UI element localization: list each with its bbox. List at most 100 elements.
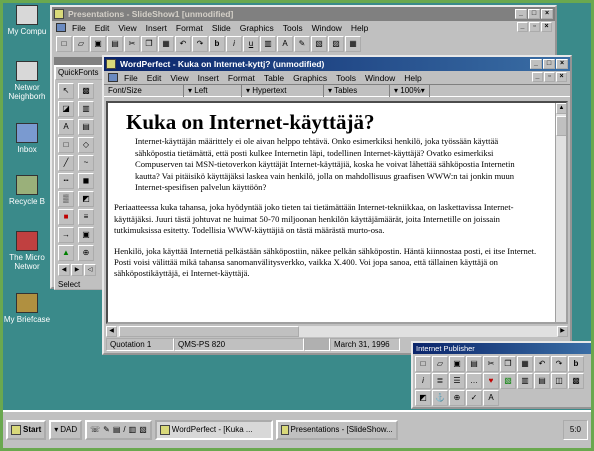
wordperfect-window[interactable]: WordPerfect - Kuka on Internet-kyttj? (u… <box>102 55 572 355</box>
menu-tools[interactable]: Tools <box>336 73 356 83</box>
menu-window[interactable]: Window <box>365 73 395 83</box>
menu-format[interactable]: Format <box>228 73 255 83</box>
book-icon[interactable]: ▥ <box>129 422 137 438</box>
next-slide-icon[interactable]: ▶ <box>71 264 83 276</box>
menu-help[interactable]: Help <box>404 73 421 83</box>
bitmap-tool-icon[interactable]: ▤ <box>78 119 94 135</box>
ip-bullets-icon[interactable]: ☰ <box>449 373 465 389</box>
wp-doc-minimize-button[interactable]: _ <box>532 72 543 82</box>
doc-minimize-button[interactable]: _ <box>517 22 528 32</box>
document-area[interactable]: Kuka on Internet-käyttäjä? Internet-käyt… <box>106 101 568 324</box>
zoom-dropdown[interactable]: ▾ 100%▾ <box>390 84 430 97</box>
ip-publish-icon[interactable]: ◫ <box>551 373 567 389</box>
menu-file[interactable]: File <box>124 73 138 83</box>
dad-button[interactable]: ▾ DAD <box>49 420 83 440</box>
rectangle-tool-icon[interactable]: □ <box>58 137 74 153</box>
status-date[interactable]: March 31, 1996 <box>330 338 400 351</box>
horizontal-scrollbar[interactable]: ◀ ▶ <box>106 326 568 337</box>
zoom-tool-icon[interactable]: ⊕ <box>78 245 94 261</box>
ip-image-icon[interactable]: ▧ <box>500 373 516 389</box>
fill-color-icon[interactable]: ◼ <box>78 173 94 189</box>
drawing-tool-icon[interactable]: ▥ <box>78 101 94 117</box>
phone-icon[interactable]: ☏ <box>90 422 100 438</box>
font-size-button[interactable]: Font/Size <box>104 84 184 97</box>
hypertext-dropdown[interactable]: ▾ Hypertext <box>242 84 324 97</box>
ip-link-icon[interactable]: ♥ <box>483 373 499 389</box>
ip-table-icon[interactable]: ▥ <box>517 373 533 389</box>
palette-icon[interactable]: ▲ <box>58 245 74 261</box>
ip-color-icon[interactable]: ◩ <box>415 390 431 406</box>
chart-tool-icon[interactable]: ▩ <box>78 83 94 99</box>
scroll-right-icon[interactable]: ▶ <box>557 326 568 337</box>
start-button[interactable]: Start <box>6 420 47 440</box>
ip-print-icon[interactable]: ▤ <box>466 356 482 372</box>
curve-tool-icon[interactable]: ~ <box>78 155 94 171</box>
ip-bold-icon[interactable]: b <box>568 356 584 372</box>
undo-icon[interactable]: ↶ <box>175 36 191 52</box>
ip-spell-icon[interactable]: ✓ <box>466 390 482 406</box>
save-icon[interactable]: ▣ <box>90 36 106 52</box>
clock[interactable]: 5:0 <box>570 425 581 434</box>
copy-icon[interactable]: ❐ <box>141 36 157 52</box>
ip-redo-icon[interactable]: ↷ <box>551 356 567 372</box>
shadow-icon[interactable]: ◩ <box>78 191 94 207</box>
internet-publisher-title-bar[interactable]: Internet Publisher <box>413 343 591 354</box>
line-tool-icon[interactable]: ╱ <box>58 155 74 171</box>
wp-maximize-button[interactable]: □ <box>543 59 555 69</box>
menu-window[interactable]: Window <box>312 23 342 33</box>
status-style[interactable]: Quotation 1 <box>106 338 174 351</box>
ip-copy-icon[interactable]: ❐ <box>500 356 516 372</box>
wordperfect-title-bar[interactable]: WordPerfect - Kuka on Internet-kyttj? (u… <box>104 57 570 71</box>
ip-italic-icon[interactable]: i <box>415 373 431 389</box>
menu-graphics[interactable]: Graphics <box>240 23 274 33</box>
prev-slide-icon[interactable]: ◀ <box>58 264 70 276</box>
presentations-title-bar[interactable]: Presentations - SlideShow1 [unmodified] … <box>52 7 555 21</box>
first-slide-icon[interactable]: ◁ <box>84 264 96 276</box>
menu-insert[interactable]: Insert <box>198 73 219 83</box>
scroll-up-icon[interactable]: ▲ <box>556 103 566 114</box>
ip-save-icon[interactable]: ▣ <box>449 356 465 372</box>
line-style-icon[interactable]: ┅ <box>58 173 74 189</box>
menu-format[interactable]: Format <box>176 23 203 33</box>
quickfonts-button[interactable]: QuickFonts <box>55 66 109 80</box>
menu-view[interactable]: View <box>118 23 136 33</box>
ip-view-icon[interactable]: ▩ <box>568 373 584 389</box>
ip-hr-icon[interactable]: … <box>466 373 482 389</box>
notes-icon[interactable]: ✎ <box>103 422 110 438</box>
my-computer-icon[interactable]: My Compu <box>3 5 51 36</box>
ip-anchor-icon[interactable]: ⚓ <box>432 390 448 406</box>
image-icon[interactable]: ▨ <box>328 36 344 52</box>
open-icon[interactable]: ▱ <box>73 36 89 52</box>
wp-doc-restore-button[interactable]: ▫ <box>544 72 555 82</box>
menu-tools[interactable]: Tools <box>283 23 303 33</box>
text-icon[interactable]: A <box>277 36 293 52</box>
menu-table[interactable]: Table <box>264 73 284 83</box>
menu-insert[interactable]: Insert <box>146 23 167 33</box>
menu-help[interactable]: Help <box>351 23 368 33</box>
italic-icon[interactable]: i <box>226 36 242 52</box>
wp-doc-close-button[interactable]: × <box>556 72 567 82</box>
recycle-bin-icon[interactable]: Recycle B <box>3 175 51 206</box>
vertical-scroll-thumb[interactable] <box>556 116 566 136</box>
tables-dropdown[interactable]: ▾ Tables <box>324 84 390 97</box>
text-tool-icon[interactable]: A <box>58 119 74 135</box>
ip-new-icon[interactable]: □ <box>415 356 431 372</box>
fill-style-icon[interactable]: ▣ <box>78 227 94 243</box>
vertical-scrollbar[interactable]: ▲ <box>555 103 566 322</box>
new-icon[interactable]: □ <box>56 36 72 52</box>
minimize-button[interactable]: _ <box>515 9 527 19</box>
taskbar-wordperfect-button[interactable]: WordPerfect - [Kuka ... <box>154 420 273 440</box>
chart-launch-icon[interactable]: ▧ <box>139 422 147 438</box>
network-neighborhood-icon[interactable]: Networ Neighborh <box>3 61 51 101</box>
redo-icon[interactable]: ↷ <box>192 36 208 52</box>
ip-form-icon[interactable]: ▤ <box>534 373 550 389</box>
color-icon[interactable]: ■ <box>58 209 74 225</box>
draw-icon[interactable]: ✎ <box>294 36 310 52</box>
menu-graphics[interactable]: Graphics <box>293 73 327 83</box>
horizontal-scroll-thumb[interactable] <box>119 326 299 337</box>
chart-icon[interactable]: ▧ <box>311 36 327 52</box>
ip-paste-icon[interactable]: ▦ <box>517 356 533 372</box>
menu-edit[interactable]: Edit <box>147 73 162 83</box>
ip-list-icon[interactable]: ≣ <box>432 373 448 389</box>
maximize-button[interactable]: □ <box>528 9 540 19</box>
